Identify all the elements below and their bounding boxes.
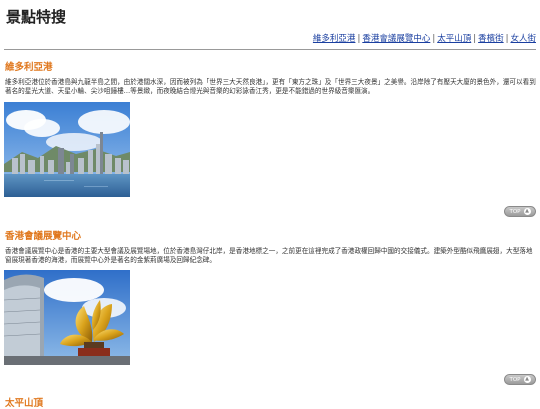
nav-separator: | [432,34,436,44]
nav-separator: | [473,34,477,44]
back-to-top-button[interactable]: TOP ▲ [504,374,536,385]
section-text-convention-centre: 香港會議展覽中心是香港的主要大型會議及展覽場地，位於香港島灣仔北岸，是香港地標之… [5,247,533,264]
nav-link-champagne-street[interactable]: 香檳街 [478,34,504,44]
nav-link-ladies-market[interactable]: 女人街 [510,34,536,44]
victoria-harbour-photo [4,102,130,197]
page-title: 景點特搜 [6,8,67,26]
up-arrow-icon: ▲ [523,208,531,215]
section-text-victoria-harbour: 維多利亞港位於香港島與九龍半島之間，由於港闊水深，因而被列為「世界三大天然良港」… [5,78,536,95]
up-arrow-icon: ▲ [523,376,531,383]
top-label: TOP [509,376,521,383]
header-divider [4,49,536,50]
section-title-the-peak: 太平山頂 [5,398,44,409]
section-title-victoria-harbour: 維多利亞港 [5,62,53,73]
nav-link-victoria-harbour[interactable]: 維多利亞港 [313,34,356,44]
nav-link-convention-centre[interactable]: 香港會議展覽中心 [362,34,430,44]
top-label: TOP [509,208,521,215]
nav-link-the-peak[interactable]: 太平山頂 [437,34,471,44]
nav-separator: | [357,34,361,44]
nav-separator: | [505,34,509,44]
golden-bauhinia-photo [4,270,130,365]
section-title-convention-centre: 香港會議展覽中心 [5,231,82,242]
attraction-nav: 維多利亞港 | 香港會議展覽中心 | 太平山頂 | 香檳街 | 女人街 [313,32,536,44]
back-to-top-button[interactable]: TOP ▲ [504,206,536,217]
